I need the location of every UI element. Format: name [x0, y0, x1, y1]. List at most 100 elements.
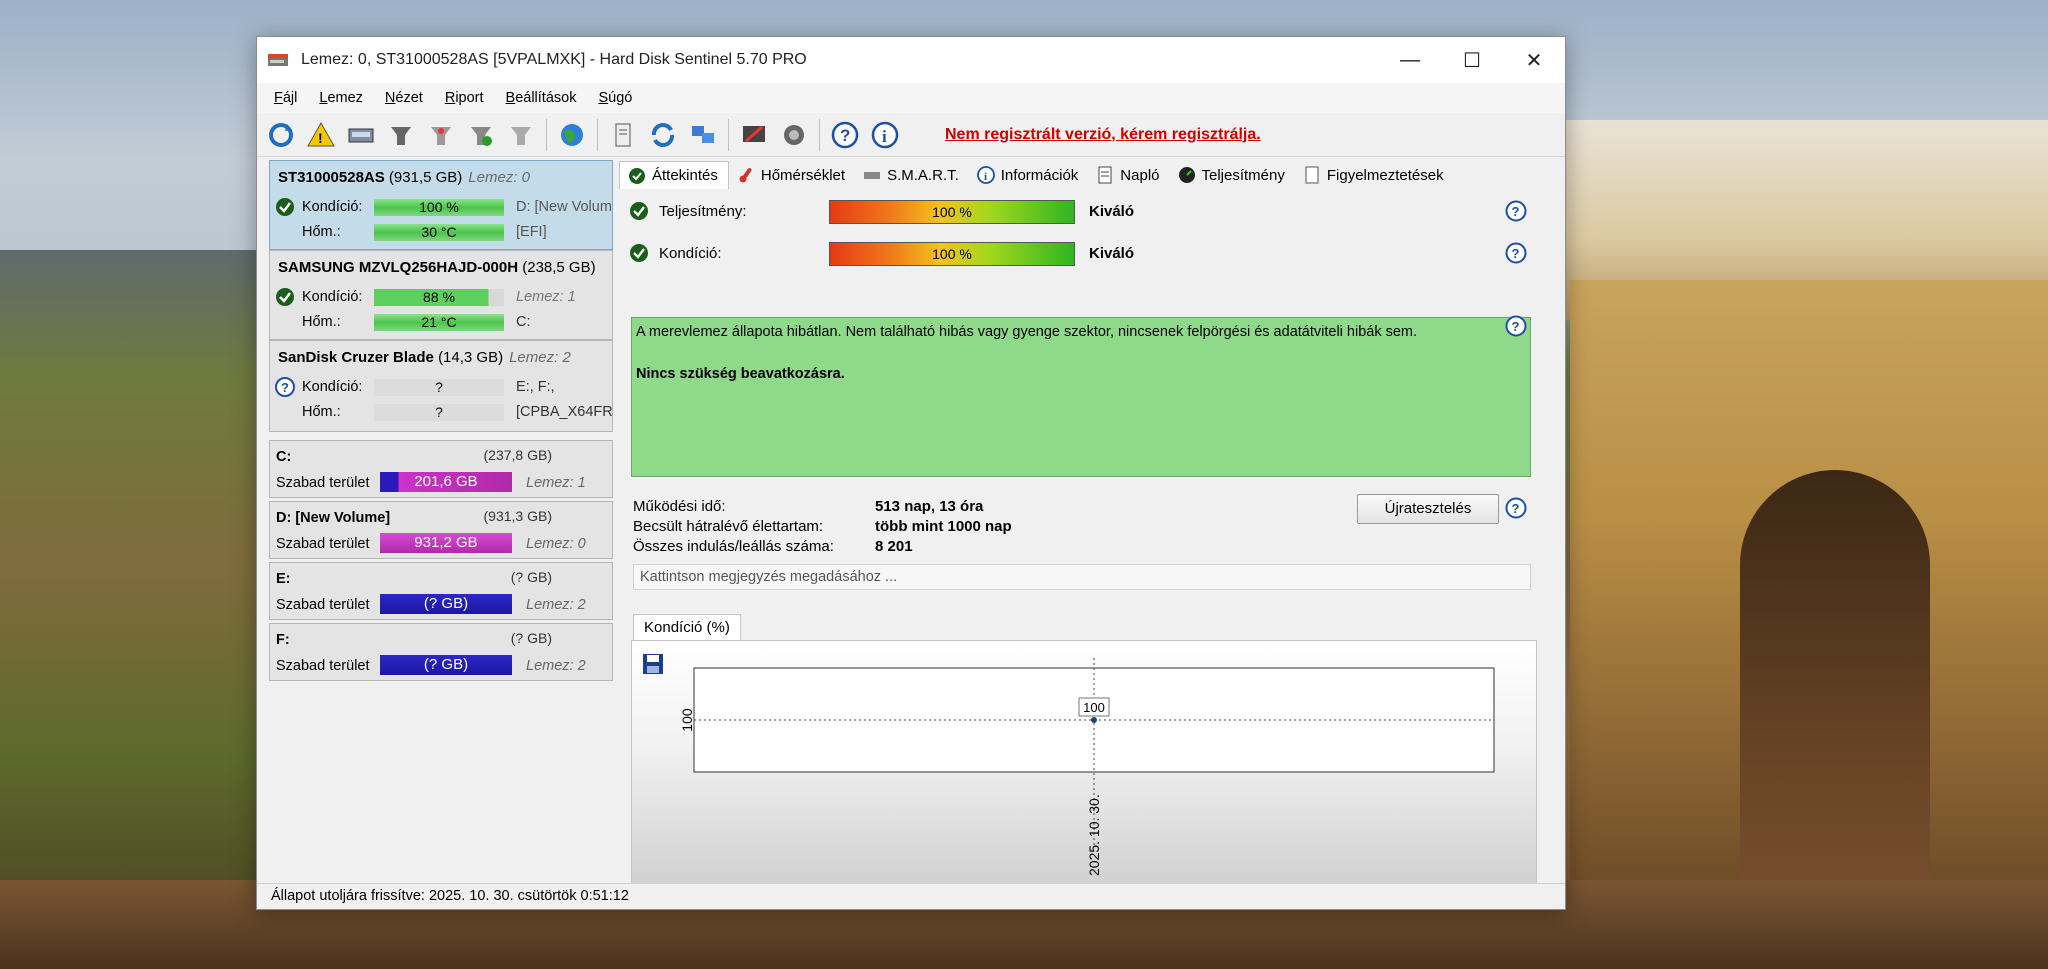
surface-test-icon[interactable]	[424, 118, 458, 152]
toolbar-separator	[728, 118, 729, 151]
ok-check-icon	[629, 167, 645, 184]
menu-beallitasok[interactable]: Beállítások	[495, 90, 588, 106]
close-button[interactable]: ✕	[1503, 37, 1565, 83]
refresh-icon[interactable]	[264, 118, 298, 152]
performance-row: Teljesítmény: 100 % Kiváló ?	[629, 198, 1549, 224]
tab-bar: Áttekintés Hőmérséklet S.M.A.R.T. i Info…	[619, 160, 1559, 190]
svg-text:?: ?	[1512, 246, 1520, 261]
disk-item-0[interactable]: ST31000528AS (931,5 GB) Lemez: 0 Kondíció…	[269, 160, 613, 250]
document-icon	[1305, 166, 1319, 184]
volume-item-c[interactable]: C: (237,8 GB) Szabad terület 201,6 GB Le…	[269, 440, 613, 498]
title-bar[interactable]: Lemez: 0, ST31000528AS [5VPALMXK] - Hard…	[257, 37, 1565, 83]
data-point	[1091, 717, 1097, 723]
volume-item-e[interactable]: E: (? GB) Szabad terület (? GB) Lemez: 2	[269, 562, 613, 620]
retest-button[interactable]: Újratesztelés	[1357, 494, 1499, 524]
unregistered-link[interactable]: Nem regisztrált verzió, kérem regisztrál…	[945, 126, 1261, 144]
log-icon	[1098, 166, 1112, 184]
help-icon[interactable]: ?	[1505, 200, 1527, 222]
sync-icon[interactable]	[646, 118, 680, 152]
gauge-icon	[1178, 167, 1195, 183]
svg-text:i: i	[882, 127, 887, 146]
data-label: 100	[1083, 700, 1105, 715]
disk-title: SanDisk Cruzer Blade (14,3 GB) Lemez: 2	[278, 349, 571, 366]
device-panel: ST31000528AS (931,5 GB) Lemez: 0 Kondíció…	[263, 160, 613, 890]
svg-text:?: ?	[1512, 501, 1520, 516]
ok-check-icon	[276, 288, 294, 306]
tab-teljesitmeny[interactable]: Teljesítmény	[1170, 161, 1295, 189]
health-row: Kondíció: 100 % Kiváló ?	[629, 240, 1549, 266]
health-bar: 100 %	[374, 199, 504, 216]
performance-bar: 100 %	[829, 200, 1075, 224]
chart-tab-kondicio[interactable]: Kondíció (%)	[633, 614, 741, 642]
info-icon: i	[976, 166, 995, 184]
tab-figyelmeztetesek[interactable]: Figyelmeztetések	[1295, 161, 1454, 189]
svg-text:?: ?	[1512, 204, 1520, 219]
window-title: Lemez: 0, ST31000528AS [5VPALMXK] - Hard…	[301, 51, 807, 68]
health-chart: 100 2025. 10. 30. 100	[631, 640, 1537, 895]
menu-bar: Fájl Lemez Nézet Riport Beállítások Súgó	[257, 83, 1565, 113]
temperature-bar: 30 °C	[374, 224, 504, 241]
tool-icon[interactable]	[504, 118, 538, 152]
maximize-button[interactable]: ☐	[1441, 37, 1503, 83]
help-icon[interactable]: ?	[1505, 315, 1527, 337]
network-icon[interactable]	[686, 118, 720, 152]
toolbar-separator	[546, 118, 547, 151]
info-icon[interactable]: i	[868, 118, 902, 152]
x-tick-label: 2025. 10. 30.	[1086, 794, 1102, 876]
settings-icon[interactable]	[737, 118, 771, 152]
disk-item-1[interactable]: SAMSUNG MZVLQ256HAJD-000H (238,5 GB) Kon…	[269, 250, 613, 340]
health-bar: 100 %	[829, 242, 1075, 266]
disk-title: ST31000528AS (931,5 GB) Lemez: 0	[278, 169, 530, 186]
menu-sugo[interactable]: Súgó	[587, 90, 643, 106]
ok-check-icon	[276, 198, 294, 216]
tab-smart[interactable]: S.M.A.R.T.	[855, 161, 969, 189]
overview-panel: Teljesítmény: 100 % Kiváló ? Kondíció: 1…	[619, 189, 1559, 895]
report-icon[interactable]	[606, 118, 640, 152]
chart-plot: 100 2025. 10. 30. 100	[679, 658, 1495, 876]
disk-item-2[interactable]: SanDisk Cruzer Blade (14,3 GB) Lemez: 2 ?…	[269, 340, 613, 432]
free-space-bar: 931,2 GB	[380, 533, 512, 553]
alert-icon[interactable]: !	[304, 118, 338, 152]
status-message: A merevlemez állapota hibátlan. Nem talá…	[631, 317, 1531, 477]
ok-check-icon	[630, 202, 648, 220]
tab-attekintes[interactable]: Áttekintés	[619, 161, 729, 189]
repair-icon[interactable]	[464, 118, 498, 152]
volume-item-f[interactable]: F: (? GB) Szabad terület (? GB) Lemez: 2	[269, 623, 613, 681]
disk-icon	[864, 172, 881, 179]
tab-naplo[interactable]: Napló	[1088, 161, 1169, 189]
help-icon[interactable]: ?	[1505, 242, 1527, 264]
help-icon[interactable]: ?	[828, 118, 862, 152]
free-space-bar: 201,6 GB	[380, 472, 512, 492]
temperature-bar: ?	[374, 404, 504, 421]
globe-icon[interactable]	[555, 118, 589, 152]
note-input[interactable]: Kattintson megjegyzés megadásához ...	[633, 564, 1531, 590]
menu-nezet[interactable]: Nézet	[374, 90, 434, 106]
toolbar: ! ? i Nem regisztrált verzió, kérem regi…	[257, 113, 1565, 157]
svg-text:!: !	[318, 130, 323, 146]
tab-informaciok[interactable]: i Információk	[969, 161, 1089, 189]
test-icon[interactable]	[384, 118, 418, 152]
speaker-icon[interactable]	[777, 118, 811, 152]
app-window: Lemez: 0, ST31000528AS [5VPALMXK] - Hard…	[256, 36, 1566, 910]
toolbar-separator	[819, 118, 820, 151]
health-bar: ?	[374, 379, 504, 396]
app-logo-icon	[268, 54, 288, 66]
unknown-status-icon: ?	[275, 377, 295, 397]
help-icon[interactable]: ?	[1505, 497, 1527, 519]
toolbar-separator	[597, 118, 598, 151]
y-tick-label: 100	[679, 708, 695, 732]
disk-title: SAMSUNG MZVLQ256HAJD-000H (238,5 GB)	[278, 259, 596, 276]
free-space-bar: (? GB)	[380, 594, 512, 614]
menu-lemez[interactable]: Lemez	[308, 90, 374, 106]
thermometer-icon	[739, 168, 752, 183]
menu-riport[interactable]: Riport	[434, 90, 495, 106]
temperature-bar: 21 °C	[374, 314, 504, 331]
ok-check-icon	[630, 244, 648, 262]
tab-homerseklet[interactable]: Hőmérséklet	[729, 161, 855, 189]
disk-icon[interactable]	[344, 118, 378, 152]
minimize-button[interactable]: —	[1379, 37, 1441, 83]
svg-text:?: ?	[840, 126, 850, 145]
svg-text:?: ?	[1512, 319, 1520, 334]
volume-item-d[interactable]: D: [New Volume] (931,3 GB) Szabad terüle…	[269, 501, 613, 559]
menu-fajl[interactable]: Fájl	[263, 90, 308, 106]
